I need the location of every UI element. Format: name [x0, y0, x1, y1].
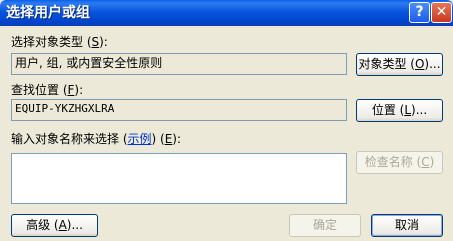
check-names-button-end: ) — [429, 155, 435, 169]
object-types-button[interactable]: 对象类型 (O)... — [356, 53, 443, 76]
location-label: 查找位置 (F): — [11, 83, 83, 97]
object-names-label-text: 输入对象名称来选择 ( — [11, 132, 128, 146]
object-types-button-key: O — [414, 57, 425, 71]
advanced-button-key: A — [58, 218, 67, 232]
help-button[interactable]: ? — [409, 2, 430, 23]
close-button[interactable]: ✕ — [431, 2, 452, 23]
window-title: 选择用户或组 — [6, 5, 90, 21]
advanced-button-text: 高级 ( — [26, 218, 59, 232]
check-names-button-key: C — [421, 155, 430, 169]
check-names-button-text: 检查名称 ( — [364, 155, 422, 169]
object-type-label-text: 选择对象类型 ( — [11, 35, 92, 49]
object-names-label-mid: ) ( — [151, 132, 165, 146]
examples-link[interactable]: 示例 — [128, 132, 152, 146]
advanced-button[interactable]: 高级 (A)... — [11, 214, 98, 237]
locations-button-end: )... — [411, 103, 428, 117]
check-names-button[interactable]: 检查名称 (C) — [356, 151, 443, 174]
locations-button[interactable]: 位置 (L)... — [356, 99, 443, 122]
object-type-label: 选择对象类型 (S): — [11, 35, 108, 49]
object-names-label: 输入对象名称来选择 (示例) (E): — [11, 132, 181, 146]
ok-button[interactable]: 确定 — [289, 214, 361, 237]
close-icon: ✕ — [435, 4, 448, 20]
locations-button-text: 位置 ( — [371, 103, 405, 117]
help-icon: ? — [415, 4, 424, 20]
object-names-input[interactable] — [11, 153, 347, 204]
title-bar[interactable]: 选择用户或组 ? ✕ — [0, 0, 453, 26]
advanced-button-end: )... — [66, 218, 83, 232]
object-names-label-end: ): — [172, 132, 182, 146]
object-type-label-key: S — [91, 35, 100, 49]
location-field: EQUIP-YKZHGXLRA — [11, 99, 347, 121]
cancel-button[interactable]: 取消 — [371, 214, 443, 237]
object-type-label-end: ): — [99, 35, 108, 49]
object-type-field: 用户, 组, 或内置安全性原则 — [11, 53, 347, 75]
object-types-button-text: 对象类型 ( — [358, 57, 415, 71]
location-label-end: ): — [74, 83, 84, 97]
select-users-or-groups-dialog: 选择用户或组 ? ✕ 选择对象类型 (S): 用户, 组, 或内置安全性原则 对… — [0, 0, 453, 241]
location-label-text: 查找位置 ( — [11, 83, 68, 97]
object-types-button-end: )... — [424, 57, 441, 71]
